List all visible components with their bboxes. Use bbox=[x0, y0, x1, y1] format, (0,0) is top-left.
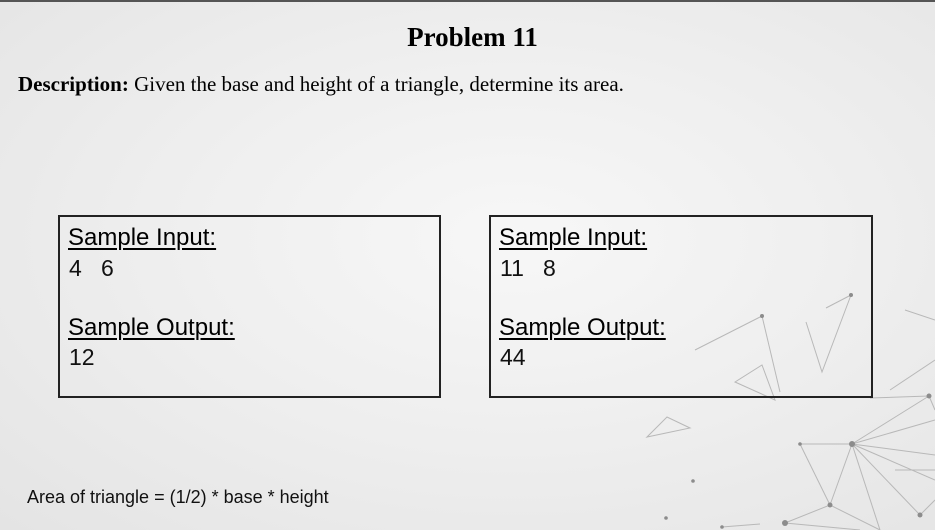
area-formula: Area of triangle = (1/2) * base * height bbox=[27, 487, 329, 507]
sample-output-value: 44 bbox=[500, 344, 526, 370]
sample-box-2: Sample Input: 11 8 Sample Output: 44 bbox=[489, 215, 873, 398]
sample-input-value: 11 8 bbox=[500, 255, 556, 281]
page-title: Problem 11 bbox=[407, 22, 538, 52]
sample-output-value: 12 bbox=[69, 344, 95, 370]
description-label: Description: bbox=[18, 72, 129, 96]
problem-description: Description: Given the base and height o… bbox=[18, 72, 624, 97]
description-text: Given the base and height of a triangle,… bbox=[128, 72, 624, 96]
sample-output-label: Sample Output: bbox=[68, 314, 235, 341]
sample-input-value: 4 6 bbox=[69, 255, 114, 281]
sample-output-label: Sample Output: bbox=[499, 314, 666, 341]
sample-input-label: Sample Input: bbox=[499, 224, 648, 251]
sample-input-label: Sample Input: bbox=[68, 224, 217, 251]
sample-box-1: Sample Input: 4 6 Sample Output: 12 bbox=[58, 215, 441, 398]
